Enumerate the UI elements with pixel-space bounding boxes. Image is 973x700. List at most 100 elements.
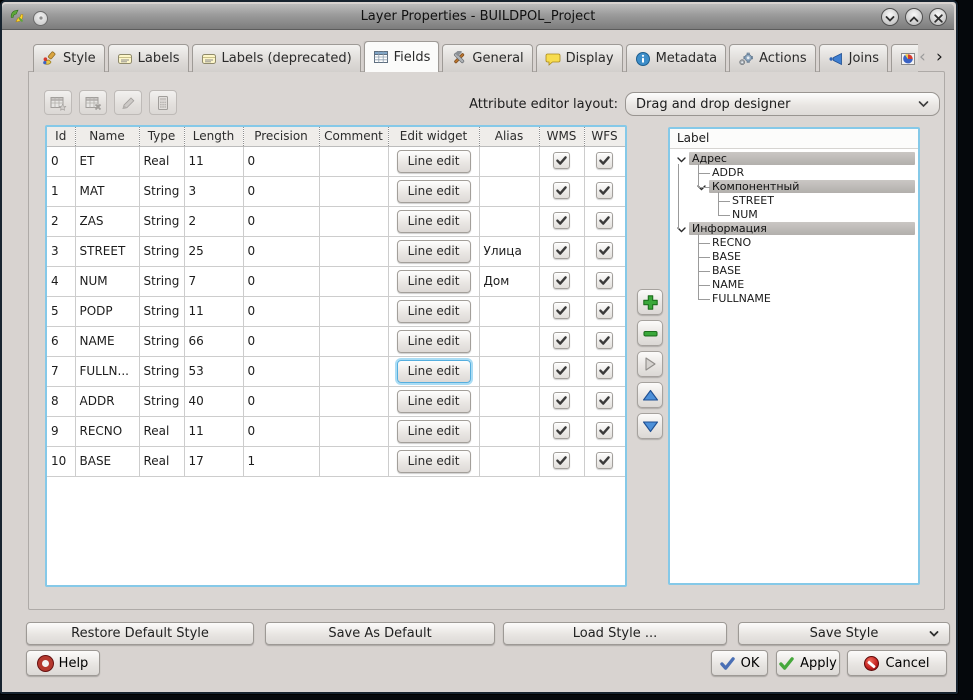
help-button[interactable]: Help: [26, 650, 100, 676]
save-as-default-button[interactable]: Save As Default: [265, 622, 495, 645]
length-cell[interactable]: 17: [184, 446, 243, 476]
wfs-checkbox[interactable]: [596, 452, 613, 469]
close-button[interactable]: [929, 8, 947, 26]
wfs-checkbox[interactable]: [596, 392, 613, 409]
wfs-checkbox[interactable]: [596, 362, 613, 379]
apply-button[interactable]: Apply: [776, 650, 840, 676]
attribute-editor-layout-select[interactable]: Drag and drop designer: [625, 92, 940, 116]
tree-item-street[interactable]: STREET: [670, 194, 918, 208]
tree-item-num[interactable]: NUM: [670, 208, 918, 222]
name-cell[interactable]: BASE: [75, 446, 139, 476]
edit-widget-button[interactable]: Line edit: [397, 420, 471, 443]
id-cell[interactable]: 10: [47, 446, 75, 476]
length-cell[interactable]: 7: [184, 266, 243, 296]
alias-cell[interactable]: Дом: [479, 266, 539, 296]
type-cell[interactable]: String: [139, 386, 184, 416]
column-header-precision[interactable]: Precision: [243, 127, 319, 146]
id-cell[interactable]: 2: [47, 206, 75, 236]
alias-cell[interactable]: [479, 296, 539, 326]
precision-cell[interactable]: 0: [243, 356, 319, 386]
wfs-checkbox[interactable]: [596, 272, 613, 289]
wms-checkbox[interactable]: [553, 422, 570, 439]
length-cell[interactable]: 53: [184, 356, 243, 386]
field-calculator-button[interactable]: [149, 90, 177, 115]
length-cell[interactable]: 3: [184, 176, 243, 206]
comment-cell[interactable]: [319, 416, 388, 446]
tab-display[interactable]: Display: [536, 44, 623, 72]
wms-checkbox[interactable]: [553, 242, 570, 259]
tab-scroll-left-button[interactable]: ‹: [919, 48, 926, 66]
wms-checkbox[interactable]: [553, 212, 570, 229]
precision-cell[interactable]: 1: [243, 446, 319, 476]
type-cell[interactable]: Real: [139, 446, 184, 476]
edit-widget-button[interactable]: Line edit: [397, 180, 471, 203]
length-cell[interactable]: 25: [184, 236, 243, 266]
id-cell[interactable]: 7: [47, 356, 75, 386]
tab-actions[interactable]: Actions: [729, 44, 816, 72]
length-cell[interactable]: 11: [184, 416, 243, 446]
comment-cell[interactable]: [319, 386, 388, 416]
minimize-button[interactable]: [881, 8, 899, 26]
alias-cell[interactable]: [479, 176, 539, 206]
type-cell[interactable]: Real: [139, 416, 184, 446]
wfs-checkbox[interactable]: [596, 242, 613, 259]
wms-checkbox[interactable]: [553, 152, 570, 169]
wfs-checkbox[interactable]: [596, 182, 613, 199]
column-header-edit-widget[interactable]: Edit widget: [388, 127, 479, 146]
alias-cell[interactable]: [479, 356, 539, 386]
name-cell[interactable]: MAT: [75, 176, 139, 206]
type-cell[interactable]: String: [139, 176, 184, 206]
tree-item-[interactable]: Информация: [670, 222, 918, 236]
edit-widget-button[interactable]: Line edit: [397, 210, 471, 233]
wfs-checkbox[interactable]: [596, 152, 613, 169]
tab-metadata[interactable]: Metadata: [626, 44, 727, 72]
comment-cell[interactable]: [319, 206, 388, 236]
id-cell[interactable]: 4: [47, 266, 75, 296]
ok-button[interactable]: OK: [711, 650, 768, 676]
edit-widget-button[interactable]: Line edit: [397, 360, 471, 383]
id-cell[interactable]: 6: [47, 326, 75, 356]
column-header-wms[interactable]: WMS: [539, 127, 584, 146]
cancel-button[interactable]: Cancel: [847, 650, 947, 676]
edit-widget-button[interactable]: Line edit: [397, 330, 471, 353]
move-down-button[interactable]: [637, 413, 663, 439]
tab-scroll-right-button[interactable]: ›: [936, 48, 943, 66]
wms-checkbox[interactable]: [553, 302, 570, 319]
wfs-checkbox[interactable]: [596, 332, 613, 349]
wfs-checkbox[interactable]: [596, 302, 613, 319]
id-cell[interactable]: 9: [47, 416, 75, 446]
wms-checkbox[interactable]: [553, 182, 570, 199]
column-header-alias[interactable]: Alias: [479, 127, 539, 146]
comment-cell[interactable]: [319, 236, 388, 266]
wfs-checkbox[interactable]: [596, 212, 613, 229]
type-cell[interactable]: String: [139, 356, 184, 386]
edit-widget-button[interactable]: Line edit: [397, 300, 471, 323]
edit-widget-button[interactable]: Line edit: [397, 270, 471, 293]
id-cell[interactable]: 1: [47, 176, 75, 206]
save-style-button[interactable]: Save Style: [738, 622, 950, 645]
name-cell[interactable]: RECNO: [75, 416, 139, 446]
edit-widget-button[interactable]: Line edit: [397, 390, 471, 413]
precision-cell[interactable]: 0: [243, 326, 319, 356]
id-cell[interactable]: 0: [47, 146, 75, 176]
precision-cell[interactable]: 0: [243, 296, 319, 326]
comment-cell[interactable]: [319, 146, 388, 176]
alias-cell[interactable]: [479, 326, 539, 356]
move-up-button[interactable]: [637, 382, 663, 408]
toggle-editing-button[interactable]: [114, 90, 142, 115]
column-header-id[interactable]: Id: [47, 127, 75, 146]
name-cell[interactable]: NUM: [75, 266, 139, 296]
wfs-checkbox[interactable]: [596, 422, 613, 439]
precision-cell[interactable]: 0: [243, 176, 319, 206]
column-header-type[interactable]: Type: [139, 127, 184, 146]
titlebar[interactable]: Layer Properties - BUILDPOL_Project: [2, 4, 954, 30]
precision-cell[interactable]: 0: [243, 206, 319, 236]
remove-button[interactable]: [637, 320, 663, 346]
alias-cell[interactable]: [479, 386, 539, 416]
length-cell[interactable]: 11: [184, 146, 243, 176]
comment-cell[interactable]: [319, 296, 388, 326]
type-cell[interactable]: String: [139, 296, 184, 326]
name-cell[interactable]: ZAS: [75, 206, 139, 236]
precision-cell[interactable]: 0: [243, 146, 319, 176]
id-cell[interactable]: 8: [47, 386, 75, 416]
